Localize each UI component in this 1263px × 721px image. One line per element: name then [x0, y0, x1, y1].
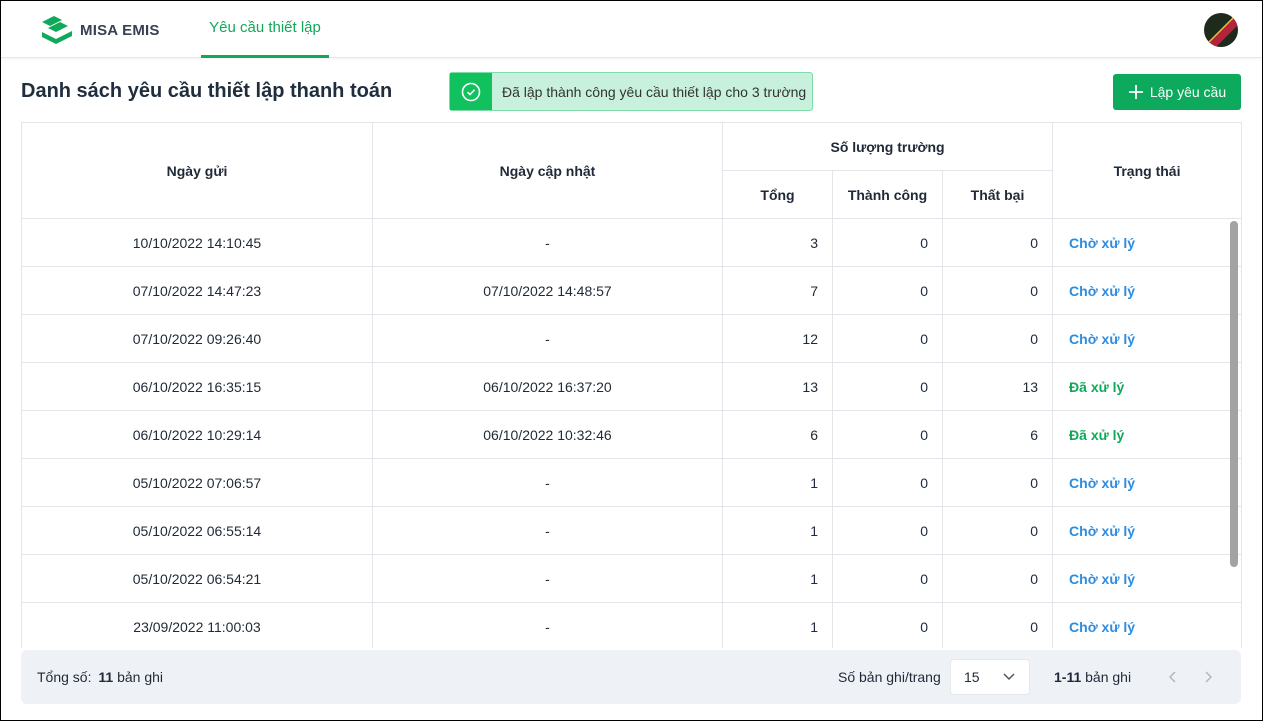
- cell-sent-date: 07/10/2022 09:26:40: [21, 314, 373, 363]
- cell-total: 1: [722, 458, 833, 507]
- cell-success: 0: [832, 314, 943, 363]
- cell-updated-date: 07/10/2022 14:48:57: [372, 266, 723, 315]
- page-size-label: Số bản ghi/trang: [838, 669, 941, 685]
- cell-status[interactable]: Chờ xử lý: [1052, 458, 1243, 507]
- table-row[interactable]: 07/10/2022 14:47:23 07/10/2022 14:48:57 7 0…: [21, 266, 1243, 315]
- cell-failed: 0: [941, 218, 1054, 267]
- cell-total: 6: [722, 410, 833, 459]
- cell-status[interactable]: Đã xử lý: [1052, 410, 1243, 459]
- cell-failed: 0: [941, 266, 1054, 315]
- cell-success: 0: [832, 362, 943, 411]
- page-size-select[interactable]: 15: [950, 659, 1030, 695]
- cell-sent-date: 10/10/2022 14:10:45: [21, 218, 373, 267]
- cell-total: 1: [722, 554, 833, 603]
- cell-updated-date: -: [372, 602, 723, 648]
- table-row[interactable]: 05/10/2022 06:54:21-1 0 0 Chờ xử lý: [21, 554, 1243, 603]
- cell-success: 0: [832, 554, 943, 603]
- create-request-label: Lập yêu cầu: [1149, 84, 1227, 100]
- cell-status[interactable]: Chờ xử lý: [1052, 506, 1243, 555]
- cell-updated-date: 06/10/2022 16:37:20: [372, 362, 723, 411]
- cell-updated-date: -: [372, 554, 723, 603]
- cell-sent-date: 06/10/2022 16:35:15: [21, 362, 373, 411]
- chevron-right-icon[interactable]: [1203, 670, 1213, 684]
- cell-total: 1: [722, 506, 833, 555]
- cell-failed: 0: [941, 314, 1054, 363]
- cell-success: 0: [832, 602, 943, 648]
- table-row[interactable]: 06/10/2022 10:29:14 06/10/2022 10:32:46 6 0…: [21, 410, 1243, 459]
- table-row[interactable]: 06/10/2022 16:35:15 06/10/2022 16:37:20 13…: [21, 362, 1243, 411]
- cell-status[interactable]: Đã xử lý: [1052, 362, 1243, 411]
- col-sent-date: Ngày gửi: [21, 122, 373, 219]
- cell-total: 3: [722, 218, 833, 267]
- table-row[interactable]: 10/10/2022 14:10:45-3 0 0 Chờ xử lý: [21, 218, 1243, 267]
- cell-total: 1: [722, 602, 833, 648]
- cell-success: 0: [832, 458, 943, 507]
- page-size-value: 15: [964, 669, 980, 685]
- page-title: Danh sách yêu cầu thiết lập thanh toán: [21, 80, 393, 102]
- chevron-down-icon: [1003, 673, 1015, 681]
- chevron-left-icon[interactable]: [1168, 670, 1178, 684]
- cell-failed: 6: [941, 410, 1054, 459]
- table-row[interactable]: 23/09/2022 11:00:03-1 0 0 Chờ xử lý: [21, 602, 1243, 648]
- col-failed: Thất bại: [941, 170, 1054, 219]
- cell-sent-date: 06/10/2022 10:29:14: [21, 410, 373, 459]
- cell-success: 0: [832, 266, 943, 315]
- cell-failed: 0: [941, 506, 1054, 555]
- cell-sent-date: 05/10/2022 07:06:57: [21, 458, 373, 507]
- cell-total: 7: [722, 266, 833, 315]
- cell-updated-date: -: [372, 218, 723, 267]
- col-success: Thành công: [832, 170, 943, 219]
- cell-total: 13: [722, 362, 833, 411]
- cell-sent-date: 05/10/2022 06:55:14: [21, 506, 373, 555]
- table-row[interactable]: 07/10/2022 09:26:40-12 0 0 Chờ xử lý: [21, 314, 1243, 363]
- cell-total: 12: [722, 314, 833, 363]
- table-footer: Tổng số: 11 bản ghi Số bản ghi/trang 15 …: [21, 650, 1241, 704]
- cell-failed: 0: [941, 602, 1054, 648]
- col-school-count: Số lượng trường: [721, 122, 1054, 171]
- cell-status[interactable]: Chờ xử lý: [1052, 314, 1243, 363]
- cell-failed: 13: [941, 362, 1054, 411]
- total-records: Tổng số: 11 bản ghi: [37, 669, 164, 685]
- requests-table: Ngày gửi Ngày cập nhật Số lượng trường T…: [21, 122, 1243, 648]
- cell-updated-date: 06/10/2022 10:32:46: [372, 410, 723, 459]
- cell-failed: 0: [941, 554, 1054, 603]
- col-status: Trạng thái: [1052, 122, 1243, 219]
- table-row[interactable]: 05/10/2022 06:55:14-1 0 0 Chờ xử lý: [21, 506, 1243, 555]
- success-toast: Đã lập thành công yêu cầu thiết lập cho …: [449, 72, 813, 111]
- toast-message: Đã lập thành công yêu cầu thiết lập cho …: [502, 83, 807, 100]
- cell-sent-date: 05/10/2022 06:54:21: [21, 554, 373, 603]
- cell-status[interactable]: Chờ xử lý: [1052, 266, 1243, 315]
- table-row[interactable]: 05/10/2022 07:06:57-1 0 0 Chờ xử lý: [21, 458, 1243, 507]
- cell-success: 0: [832, 506, 943, 555]
- cell-status[interactable]: Chờ xử lý: [1052, 602, 1243, 648]
- cell-failed: 0: [941, 458, 1054, 507]
- cell-success: 0: [832, 410, 943, 459]
- cell-success: 0: [832, 218, 943, 267]
- cell-updated-date: -: [372, 458, 723, 507]
- vertical-scrollbar[interactable]: [1230, 221, 1238, 567]
- cell-updated-date: -: [372, 506, 723, 555]
- cell-updated-date: -: [372, 314, 723, 363]
- cell-sent-date: 23/09/2022 11:00:03: [21, 602, 373, 648]
- cell-status[interactable]: Chờ xử lý: [1052, 218, 1243, 267]
- record-range: 1-11 bản ghi: [1054, 669, 1132, 685]
- plus-icon: [1128, 85, 1143, 99]
- check-circle-icon: [450, 73, 492, 110]
- create-request-button[interactable]: Lập yêu cầu: [1113, 74, 1241, 110]
- cell-sent-date: 07/10/2022 14:47:23: [21, 266, 373, 315]
- col-total: Tổng: [722, 170, 833, 219]
- col-updated-date: Ngày cập nhật: [372, 122, 723, 219]
- cell-status[interactable]: Chờ xử lý: [1052, 554, 1243, 603]
